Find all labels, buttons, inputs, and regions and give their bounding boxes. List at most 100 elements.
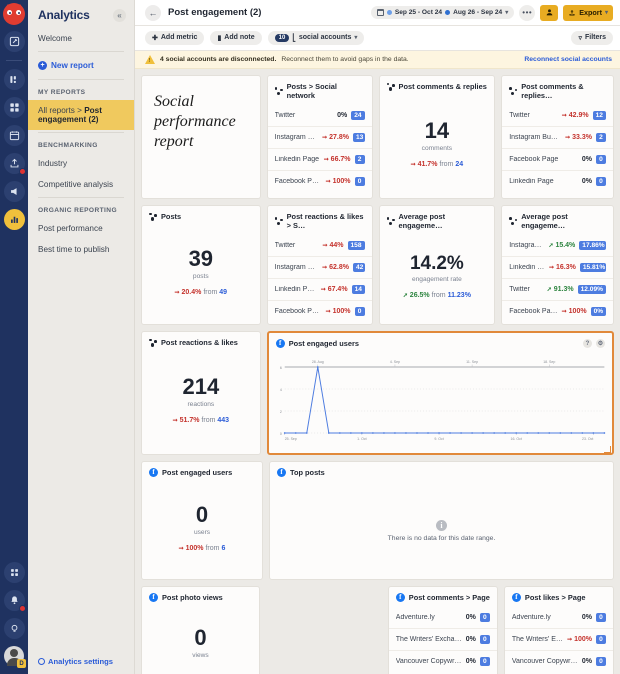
table-row: Instagram… ➚ 15.4% 17.86% (502, 235, 613, 256)
more-options-button[interactable]: ••• (519, 5, 535, 21)
export-label: Export (579, 8, 602, 17)
apps-grid-icon[interactable] (4, 562, 25, 583)
row-label: Instagram Busin… (275, 134, 319, 141)
table-row: Linkedin P… ➞ 16.3% 15.81% (502, 256, 613, 278)
svg-text:6: 6 (280, 366, 282, 370)
add-metric-button[interactable]: ✚ Add metric (145, 31, 204, 45)
share-report-button[interactable] (540, 5, 558, 21)
megaphone-icon[interactable] (4, 181, 25, 202)
reconnect-accounts-link[interactable]: Reconnect social accounts (524, 56, 612, 63)
social-network-icon (275, 87, 283, 95)
widget-top-posts[interactable]: f Top posts i There is no data for this … (269, 461, 614, 580)
metric-delta: ➞ 41.7% from 24 (411, 161, 464, 168)
row-label: Twitter (509, 286, 543, 293)
row-label: Facebook Page (509, 308, 557, 315)
owl-logo-icon[interactable] (3, 3, 25, 25)
calendar-icon[interactable] (4, 125, 25, 146)
facebook-icon: f (277, 468, 286, 477)
widget-average-post-engagement-by-network[interactable]: Average post engageme… Instagram… ➚ 15.4… (501, 205, 614, 325)
gear-icon[interactable]: ⚙ (596, 339, 605, 348)
bell-icon[interactable] (4, 590, 25, 611)
help-circle-icon[interactable]: ? (583, 339, 592, 348)
sidebar-item-post-performance[interactable]: Post performance (28, 218, 134, 239)
svg-text:1. Oct: 1. Oct (357, 437, 366, 441)
publish-icon[interactable] (4, 153, 25, 174)
widget-reactions-by-network[interactable]: Post reactions & likes > S… Twitter ➞ 44… (267, 205, 373, 325)
table-row: Instagram Business ➞ 33.3% 2 (502, 126, 613, 148)
widget-header: Posts (142, 206, 260, 226)
row-label: The Writers' Excha… (512, 636, 563, 643)
widget-post-comments-replies-by-network[interactable]: Post comments & replies… Twitter ➞ 42.9%… (501, 75, 614, 199)
table-row: Facebook Page ➞ 100% 0 (268, 170, 372, 192)
widget-posts-by-social-network[interactable]: Posts > Social network Twitter 0% 24 Ins… (267, 75, 373, 199)
new-report-button[interactable]: + New report (28, 54, 134, 77)
rail-divider (6, 60, 22, 61)
analytics-icon[interactable] (4, 209, 25, 230)
empty-grid-slot (266, 586, 382, 674)
svg-text:11. Sep: 11. Sep (466, 360, 478, 364)
table-row: Twitter ➞ 44% 158 (268, 235, 372, 256)
widget-post-comments-replies[interactable]: Post comments & replies 14 comments ➞ 41… (379, 75, 496, 199)
widget-post-comments-by-page[interactable]: f Post comments > Page Adventure.ly 0% 0… (388, 586, 498, 674)
metric-unit: views (192, 652, 209, 659)
sidebar-section-benchmarking: BENCHMARKING (28, 135, 134, 153)
collapse-sidebar-button[interactable]: « (113, 9, 126, 22)
widget-post-engaged-users[interactable]: f Post engaged users 0 users ➞ 100% from… (141, 461, 263, 580)
row-value: 0 (596, 613, 606, 622)
analytics-sidebar: Analytics « Welcome + New report MY REPO… (28, 0, 135, 674)
row-value: 2 (596, 133, 606, 142)
filters-button[interactable]: ▿ Filters (571, 31, 613, 45)
disconnected-accounts-alert: 4 social accounts are disconnected. Reco… (135, 51, 620, 69)
compose-icon[interactable] (4, 31, 25, 52)
analytics-settings-link[interactable]: Analytics settings (28, 649, 134, 674)
sidebar-item-industry[interactable]: Industry (28, 153, 134, 174)
table-row: Facebook Page 0% 0 (502, 148, 613, 170)
widget-post-reactions-likes[interactable]: Post reactions & likes 214 reactions ➞ 5… (141, 331, 261, 455)
row-delta: ➞ 67.4% (321, 286, 348, 293)
table-row: Twitter 0% 24 (268, 105, 372, 126)
resize-handle[interactable] (604, 446, 611, 453)
row-delta: 0% (337, 112, 347, 119)
grid-icon[interactable] (4, 97, 25, 118)
row-value: 14 (352, 285, 365, 294)
facebook-icon: f (396, 593, 405, 602)
widget-header: f Post engaged users ? ⚙ (269, 333, 612, 353)
sidebar-item-welcome[interactable]: Welcome (28, 28, 134, 49)
widget-title: Post photo views (162, 593, 223, 602)
plus-circle-icon: + (38, 61, 47, 70)
metric-value: 14.2% (410, 254, 464, 273)
widget-post-likes-by-page[interactable]: f Post likes > Page Adventure.ly 0% 0 Th… (504, 586, 614, 674)
svg-text:25. Sep: 25. Sep (284, 437, 296, 441)
widget-header: Post comments & replies… (502, 76, 613, 105)
sidebar-title: Analytics (38, 8, 90, 22)
sidebar-item-post-engagement[interactable]: All reports > Post engagement (2) (28, 100, 134, 130)
export-button[interactable]: Export ▾ (563, 5, 613, 21)
alert-text: Reconnect them to avoid gaps in the data… (281, 56, 408, 63)
widget-post-engaged-users-chart[interactable]: f Post engaged users ? ⚙ 024628. Aug4. S… (267, 331, 614, 455)
add-note-button[interactable]: ▮ Add note (210, 31, 261, 45)
widget-post-photo-views[interactable]: f Post photo views 0 views (141, 586, 260, 674)
row-delta: ➞ 27.8% (322, 134, 349, 141)
widget-title: Post reactions & likes (161, 338, 238, 347)
social-accounts-selector[interactable]: 10 ⎣ social accounts ▾ (268, 31, 365, 45)
hero-text: Social performance report (142, 76, 260, 168)
widget-posts[interactable]: Posts 39 posts ➞ 20.4% from 49 (141, 205, 261, 325)
inbox-icon[interactable] (4, 69, 25, 90)
table-row: Adventure.ly 0% 0 (389, 607, 497, 628)
row-label: Adventure.ly (512, 614, 578, 621)
back-button[interactable]: ← (145, 5, 161, 21)
top-toolbar: ← Post engagement (2) Sep 25 - Oct 24 Au… (135, 0, 620, 26)
widget-title: Posts > Social network (287, 82, 365, 100)
widget-title: Top posts (290, 468, 325, 477)
lightbulb-icon[interactable] (4, 618, 25, 639)
date-range-selector[interactable]: Sep 25 - Oct 24 Aug 26 - Sep 24 ▾ (371, 6, 514, 19)
row-delta: ➞ 66.7% (324, 156, 351, 163)
widget-average-post-engagement[interactable]: Average post engageme… 14.2% engagement … (379, 205, 496, 325)
avatar[interactable]: D (4, 646, 24, 666)
sidebar-section-my-reports: MY REPORTS (28, 82, 134, 100)
metric-delta: ➞ 20.4% from 49 (175, 289, 228, 296)
sidebar-item-best-time-to-publish[interactable]: Best time to publish (28, 239, 134, 260)
widget-header: f Post engaged users (142, 462, 262, 482)
sidebar-item-competitive-analysis[interactable]: Competitive analysis (28, 174, 134, 195)
widget-hero-title[interactable]: Social performance report (141, 75, 261, 199)
